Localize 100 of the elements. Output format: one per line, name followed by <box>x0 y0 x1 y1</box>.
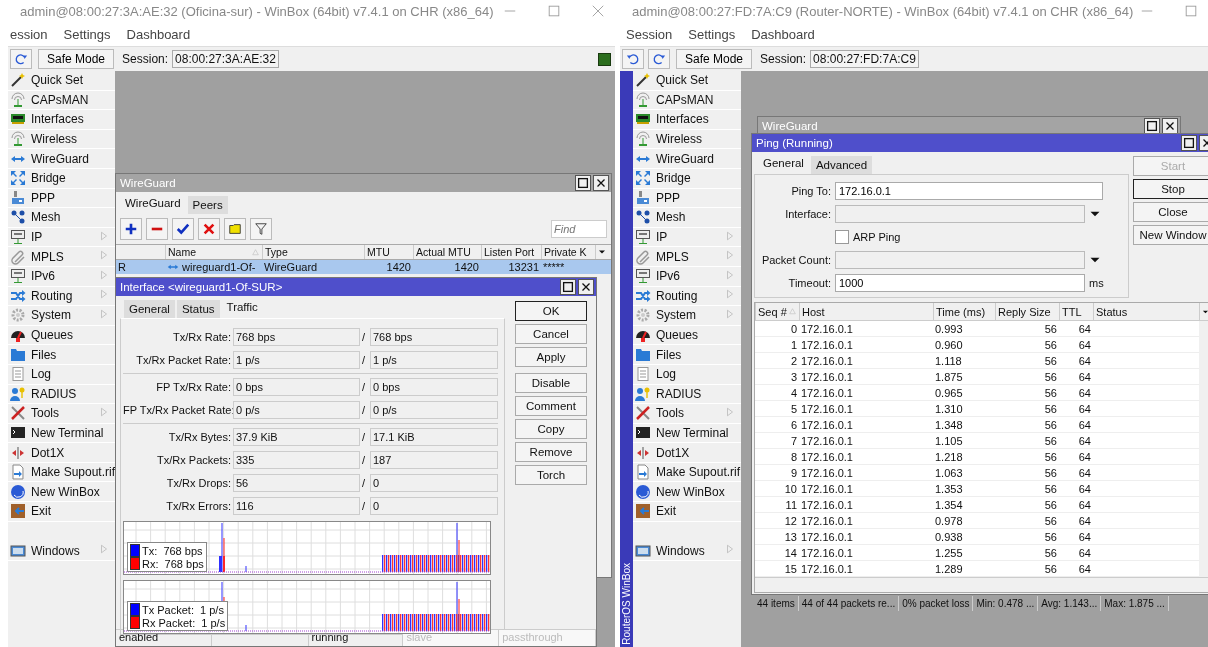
find-field[interactable]: Find <box>551 220 607 238</box>
table-cell-text: R <box>117 260 127 274</box>
checkbox[interactable] <box>835 229 849 244</box>
add-button[interactable] <box>120 218 142 240</box>
menu-item[interactable]: ession <box>10 26 48 42</box>
column-header[interactable]: Name <box>165 245 262 259</box>
sidebar-item[interactable]: MPLS <box>8 247 115 267</box>
column-header[interactable]: MTU <box>364 245 413 259</box>
sidebar-item[interactable]: IPv6 <box>8 266 115 287</box>
filter-button[interactable] <box>250 218 272 240</box>
safe-mode-button[interactable]: Safe Mode <box>676 49 753 69</box>
dropdown-field[interactable] <box>835 204 1085 223</box>
sidebar-item[interactable]: IPv6 <box>633 266 741 287</box>
column-header[interactable]: Status <box>1093 303 1199 321</box>
dialog-button[interactable]: Remove <box>515 442 587 462</box>
sidebar-item[interactable]: Windows <box>633 541 741 561</box>
sidebar-item[interactable]: Exit <box>633 502 741 522</box>
sidebar-item[interactable]: PPP <box>633 188 741 209</box>
dialog-button[interactable]: Cancel <box>515 324 587 344</box>
sidebar-item[interactable]: Tools <box>633 404 741 424</box>
column-header[interactable]: Seq # <box>755 303 799 321</box>
text-field[interactable]: 172.16.0.1 <box>835 181 1103 200</box>
column-header[interactable]: Time (ms) <box>933 303 995 321</box>
dialog-button[interactable]: Comment <box>515 396 587 416</box>
sidebar-item[interactable]: Files <box>633 345 741 365</box>
sidebar-item[interactable]: Files <box>8 345 115 365</box>
sidebar-item[interactable]: Exit <box>8 502 115 522</box>
undo-button[interactable] <box>622 49 644 69</box>
sidebar-item[interactable]: IP <box>633 227 741 248</box>
menu-item[interactable]: Dashboard <box>751 26 815 42</box>
value-field: 0 <box>370 497 498 515</box>
sidebar-item[interactable]: Interfaces <box>8 110 115 130</box>
table-cell: 56 <box>995 465 1059 481</box>
sidebar-item[interactable]: IP <box>8 227 115 248</box>
submenu-arrow-icon <box>99 288 109 301</box>
column-header[interactable]: TTL <box>1059 303 1093 321</box>
dialog-button[interactable]: Close <box>1133 202 1208 222</box>
menu-item[interactable]: Settings <box>63 26 111 42</box>
dialog-button[interactable]: Torch <box>515 465 587 485</box>
dialog-button[interactable]: Apply <box>515 347 587 367</box>
tab[interactable]: General <box>124 300 175 318</box>
scrollbar[interactable] <box>755 577 1208 592</box>
dialog-button[interactable]: Stop <box>1133 179 1208 199</box>
sidebar-item[interactable]: Routing <box>8 286 115 307</box>
dropdown-field[interactable] <box>835 250 1085 269</box>
comment-button[interactable] <box>224 218 246 240</box>
sidebar-item[interactable]: Interfaces <box>633 110 741 130</box>
tab[interactable]: Peers <box>187 196 228 214</box>
sidebar-item[interactable]: System <box>633 306 741 326</box>
sidebar-item[interactable]: PPP <box>8 188 115 209</box>
remove-button[interactable] <box>146 218 168 240</box>
menu-item[interactable]: Settings <box>688 26 736 42</box>
sidebar-item[interactable]: Log <box>633 364 741 385</box>
sidebar-item[interactable]: New Terminal <box>633 423 741 444</box>
column-header[interactable]: Reply Size <box>995 303 1059 321</box>
dialog-button[interactable]: Disable <box>515 373 587 393</box>
brand-label: RouterOS WinBox <box>621 563 632 645</box>
sidebar-item[interactable]: New WinBox <box>633 482 741 503</box>
column-header[interactable]: Type <box>262 245 364 259</box>
sidebar-item[interactable]: RADIUS <box>633 384 741 405</box>
enable-button[interactable] <box>172 218 194 240</box>
table-cell: 64 <box>1059 385 1093 401</box>
text-field[interactable]: 1000 <box>835 273 1085 292</box>
sidebar-item[interactable]: New WinBox <box>8 482 115 503</box>
redo-button[interactable] <box>10 49 32 69</box>
sidebar-item[interactable]: Routing <box>633 286 741 307</box>
redo-button[interactable] <box>648 49 670 69</box>
field-label: Ping To: <box>790 184 831 197</box>
disable-button[interactable] <box>198 218 220 240</box>
column-header[interactable]: Private K <box>541 245 595 259</box>
menu-item[interactable]: Session <box>626 26 673 42</box>
column-header[interactable]: Actual MTU <box>413 245 481 259</box>
table-cell: 64 <box>1059 497 1093 513</box>
tab[interactable]: Status <box>176 300 220 318</box>
table-cell: 56 <box>995 433 1059 449</box>
sidebar-item[interactable]: Log <box>8 364 115 385</box>
tab[interactable]: Advanced <box>810 156 873 174</box>
dialog-button[interactable]: New Window <box>1133 225 1208 245</box>
table-row[interactable]: R wireguard1-Of- WireGuard 1420 1420 13231 ***** <box>116 260 611 274</box>
sidebar-item[interactable]: Windows <box>8 541 115 561</box>
table-cell: 56 <box>995 481 1059 497</box>
sidebar-item[interactable]: Make Supout.rif <box>633 462 741 483</box>
menu-item[interactable]: Dashboard <box>126 26 191 42</box>
dialog-button[interactable]: Copy <box>515 419 587 439</box>
sidebar-item[interactable]: Queues <box>8 325 115 346</box>
sidebar-item[interactable]: New Terminal <box>8 423 115 444</box>
sidebar-item[interactable]: MPLS <box>633 247 741 267</box>
scrollbar[interactable] <box>1199 321 1208 577</box>
table-cell: 56 <box>995 337 1059 353</box>
sidebar-item[interactable]: Queues <box>633 325 741 346</box>
dialog-button[interactable]: OK <box>515 301 587 321</box>
table-cell: 1.354 <box>933 497 995 513</box>
column-header[interactable]: Host <box>799 303 933 321</box>
sidebar-item[interactable]: Make Supout.rif <box>8 462 115 483</box>
field-label: Packet Count: <box>760 253 831 266</box>
column-header[interactable]: Listen Port <box>481 245 541 259</box>
sidebar-item[interactable]: RADIUS <box>8 384 115 405</box>
sidebar-item[interactable]: System <box>8 306 115 326</box>
sidebar-item[interactable]: Tools <box>8 404 115 424</box>
safe-mode-button[interactable]: Safe Mode <box>38 49 115 69</box>
